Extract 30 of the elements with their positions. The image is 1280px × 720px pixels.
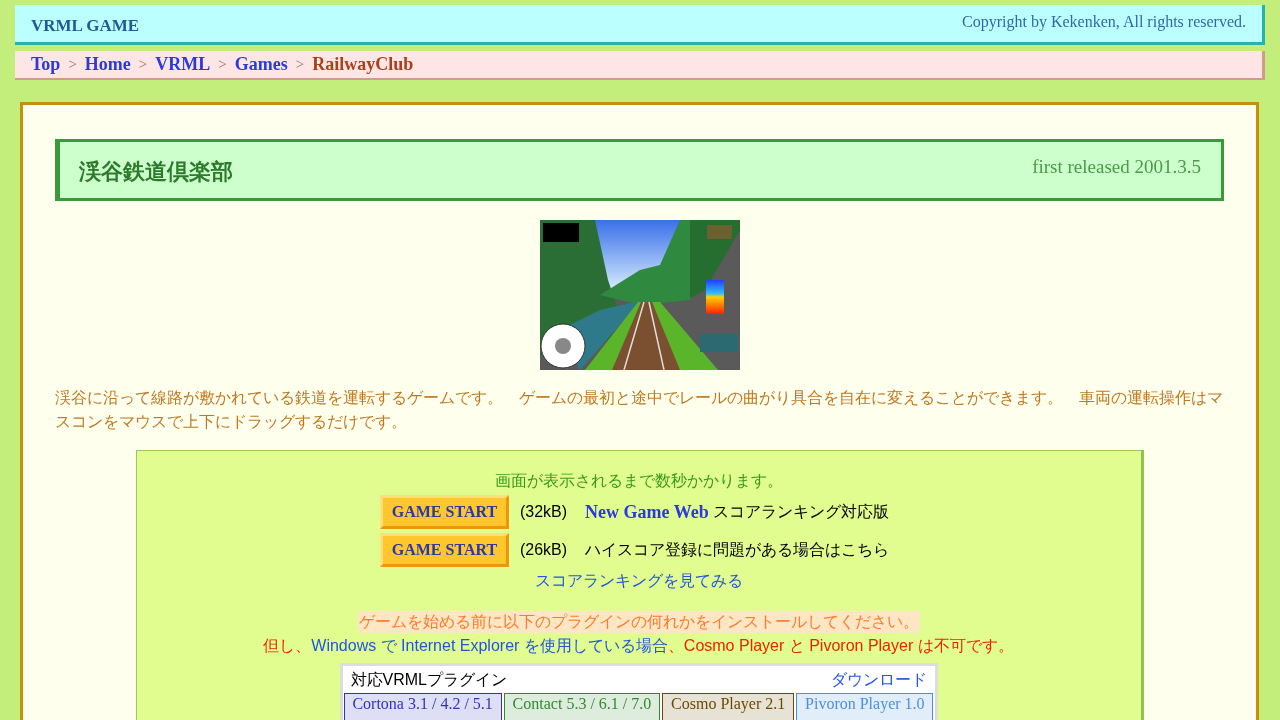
- breadcrumb-current: RailwayClub: [312, 53, 414, 76]
- game-start-button[interactable]: GAME START: [379, 495, 509, 529]
- download-link[interactable]: ダウンロード: [830, 667, 927, 692]
- game-description: 渓谷に沿って線路が敷かれている鉄道を運転するゲームです。 ゲームの最初と途中でレールの曲がり具合を自在に変えることができます。 車両の運転操作はマスコンをマウスで上下にドラッグするだけです。: [55, 388, 1224, 432]
- breadcrumb-separator: >: [138, 55, 148, 75]
- breadcrumb-link[interactable]: Games: [234, 51, 288, 78]
- version-note: ハイスコア登録に問題がある場合はこちら: [585, 540, 890, 560]
- game-start-button[interactable]: GAME START: [379, 533, 509, 567]
- copyright-text: Copyright by Kekenken, All rights reserved.: [962, 11, 1246, 33]
- breadcrumb-link[interactable]: Home: [84, 51, 131, 78]
- breadcrumb-separator: >: [218, 55, 227, 75]
- breadcrumb-separator: >: [68, 55, 77, 75]
- release-date: first released 2001.3.5: [1032, 154, 1201, 179]
- plugin-link[interactable]: Contact 5.3 / 6.1 / 7.0: [503, 693, 661, 720]
- site-title: VRML GAME: [31, 14, 140, 37]
- file-size: (26kB): [519, 540, 568, 560]
- version-note: スコアランキング対応版: [712, 502, 889, 522]
- breadcrumb-separator: >: [295, 55, 305, 75]
- install-notice: ゲームを始める前に以下のプラグインの何れかをインストールしてください。: [357, 611, 920, 633]
- plugin-link[interactable]: Cosmo Player 2.1: [662, 693, 795, 720]
- plugin-warning: 但し、Windows で Internet Explorer を使用している場合、Cosmo Player と Pivoron Player は不可です。: [263, 636, 1014, 656]
- breadcrumb-link[interactable]: VRML: [155, 51, 211, 78]
- loading-notice: 画面が表示されるまで数秒かかります。: [494, 471, 783, 491]
- new-game-web-link[interactable]: New Game Web: [585, 498, 709, 526]
- score-ranking-link[interactable]: スコアランキングを見てみる: [534, 569, 743, 593]
- breadcrumb-link[interactable]: Top: [31, 51, 61, 78]
- file-size: (32kB): [519, 502, 568, 522]
- page-title: 渓谷鉄道倶楽部: [79, 157, 233, 186]
- plugin-link[interactable]: Cortona 3.1 / 4.2 / 5.1: [343, 693, 502, 720]
- table-heading: 対応VRMLプラグイン: [350, 669, 507, 690]
